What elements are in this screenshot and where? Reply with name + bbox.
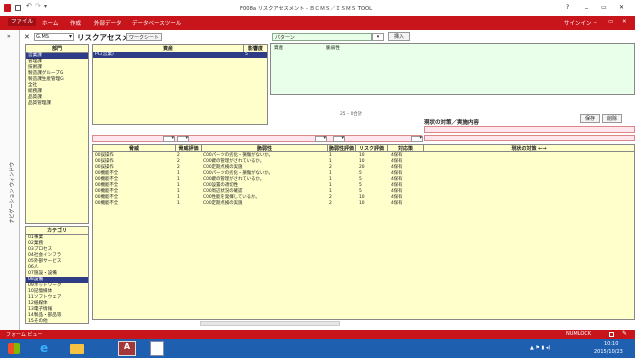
threat-eval-column: 222111111 <box>177 153 180 207</box>
code-select-value: G.MS <box>36 34 49 40</box>
help-button[interactable]: ? <box>566 4 569 11</box>
main-content: » ナビゲーション ウィンドウ ✕ G.MS ▾ リスクアセスメント ワークシー… <box>0 30 635 330</box>
threat-filter[interactable] <box>163 135 175 142</box>
category-items: 01事業 02業務 03プロセス 04社会インフラ 05外部サービス 06人 07施設・設備… <box>26 235 88 325</box>
ribbon-minimize-button[interactable]: _ <box>594 17 597 23</box>
category-header: カテゴリ <box>26 227 88 235</box>
pattern-vuln-header: 脆弱性 <box>326 46 340 51</box>
nav-pane-label: ナビゲーション ウィンドウ <box>9 162 16 224</box>
tray-icons[interactable]: ▲ ⚑ ▮ ◂) <box>530 345 576 352</box>
vuln-eval-cell[interactable]: 2 <box>329 201 332 207</box>
measures-label: 現状の対策／実施内容 <box>424 120 480 126</box>
col-response: 対応策 <box>387 145 423 152</box>
sign-in-link[interactable]: サインイン <box>564 19 592 27</box>
vuln-eval-filter[interactable] <box>333 135 345 142</box>
department-header: 部門 <box>26 45 88 53</box>
response-cell[interactable]: 4保有 <box>391 201 403 207</box>
category-item[interactable]: 15その他 <box>26 319 88 325</box>
ribbon-tab-bar: ファイル ホーム 作成 外部データ データベースツール サインイン _ ▭ ✕ <box>0 16 635 30</box>
measures-input-2[interactable] <box>424 135 635 141</box>
ribbon-close-button[interactable]: ✕ <box>622 19 627 25</box>
threat-cell[interactable]: 00機能不全 <box>95 201 118 207</box>
vuln-filter[interactable] <box>315 135 327 142</box>
chevron-down-icon: ▾ <box>68 33 72 40</box>
col-vulnerability: 脆弱性 <box>201 145 327 152</box>
asset-importance: 5 <box>245 52 248 57</box>
department-items: 営業課 管理課 技術課 製造課グループG 製造課生産管理G 全社 総務課 品質課 品質管理課 <box>26 53 88 107</box>
status-view-label: フォーム ビュー <box>6 332 43 338</box>
clock-date[interactable]: 2015/10/23 <box>594 349 623 355</box>
filter-bar[interactable] <box>92 135 423 142</box>
vuln-cell[interactable]: C00定期点検の実施 <box>203 201 273 207</box>
pattern-label-text: パターン <box>275 35 295 41</box>
department-list[interactable]: 部門 営業課 管理課 技術課 製造課グループG 製造課生産管理G 全社 総務課 品質課 品質管理… <box>25 44 89 224</box>
save-icon[interactable] <box>15 5 21 11</box>
asset-row[interactable]: PC(営業) 5 <box>93 52 267 58</box>
code-select[interactable]: G.MS ▾ <box>34 33 74 41</box>
close-button[interactable]: ✕ <box>619 4 624 11</box>
col-threat: 脅威 <box>93 145 175 152</box>
threat-column: 00誤操作 00誤操作 00誤操作 00機能不全 00機能不全 00機能不全 00機能不全 0… <box>95 153 118 207</box>
title-bar: ↶ ↷ ▾ F008a リスクアセスメント - ＢＣＭＳ／ＩＳＭＳ TOOL ?… <box>0 0 635 16</box>
numlock-indicator: NUMLOCK <box>566 331 592 337</box>
restore-button[interactable]: ▭ <box>601 4 607 11</box>
worksheet-button[interactable]: ワークシート <box>126 33 162 41</box>
pattern-list[interactable]: 資産 脆弱性 <box>270 43 635 95</box>
col-threat-eval: 脅威評価 <box>175 145 201 152</box>
risk-cell[interactable]: 10 <box>359 201 365 207</box>
minimize-button[interactable]: _ <box>585 2 588 9</box>
navigation-pane[interactable]: » ナビゲーション ウィンドウ <box>0 30 20 330</box>
explorer-icon[interactable] <box>70 344 84 354</box>
col-vuln-eval: 脆弱性評価 <box>327 145 355 152</box>
design-view-icon[interactable]: ✎ <box>622 330 627 337</box>
status-bar: フォーム ビュー NUMLOCK ✎ <box>0 330 635 339</box>
department-item[interactable]: 品質管理課 <box>26 101 88 107</box>
tab-external-data[interactable]: 外部データ <box>94 19 122 27</box>
tab-home[interactable]: ホーム <box>42 19 58 27</box>
pattern-asset-header: 資産 <box>274 46 284 51</box>
threat-table[interactable]: 脅威 脅威評価 脆弱性 脆弱性評価 リスク評価 対応策 現状の対策 ←→ 00誤… <box>92 144 635 320</box>
pattern-select[interactable]: ▾ <box>372 33 384 41</box>
quick-access-dropdown-icon[interactable]: ▾ <box>44 3 47 10</box>
tab-database-tools[interactable]: データベースツール <box>132 19 181 27</box>
nav-pane-toggle[interactable]: » <box>7 33 11 40</box>
tab-create[interactable]: 作成 <box>70 19 81 27</box>
tab-file[interactable]: ファイル <box>8 18 37 26</box>
vuln-column: C00パーツの劣化・損傷がないか。 C00鍵の管理がされているか。 C00定期点検の… <box>203 153 273 207</box>
category-list[interactable]: カテゴリ 01事業 02業務 03プロセス 04社会インフラ 05外部サービス 06人 07… <box>25 226 89 324</box>
vuln-eval-column: 112111122 <box>329 153 332 207</box>
measures-input[interactable] <box>424 126 635 133</box>
taskbar: e A ▲ ⚑ ▮ ◂) 10:10 2015/10/23 <box>0 339 635 358</box>
access-taskbar-icon[interactable]: A <box>118 341 136 356</box>
form-view-icon[interactable] <box>609 332 614 337</box>
insert-button[interactable]: 挿入 <box>388 32 410 41</box>
form-close-icon[interactable]: ✕ <box>24 33 30 41</box>
window-title: F008a リスクアセスメント - ＢＣＭＳ／ＩＳＭＳ TOOL <box>240 6 373 12</box>
delete-button[interactable]: 削除 <box>602 114 622 123</box>
access-app-icon <box>4 4 11 12</box>
threat-eval-cell[interactable]: 1 <box>177 201 180 207</box>
asset-list[interactable]: 資産 影響度 PC(営業) 5 <box>92 44 268 125</box>
record-count: 25 – 0合計 <box>340 112 363 117</box>
asset-name: PC(営業) <box>95 52 114 57</box>
horizontal-scrollbar[interactable] <box>200 321 340 326</box>
windows-start-icon[interactable] <box>8 343 20 354</box>
clock-time[interactable]: 10:10 <box>604 341 618 347</box>
risk-column: 10 10 20 5 5 5 5 10 10 <box>359 153 365 207</box>
threat-eval-filter[interactable] <box>177 135 189 142</box>
col-risk-eval: リスク評価 <box>355 145 387 152</box>
redo-icon[interactable]: ↷ <box>35 2 41 10</box>
ribbon-restore-button[interactable]: ▭ <box>608 19 613 25</box>
response-column: 4保有 4保有 4保有 4保有 4保有 4保有 4保有 4保有 4保有 <box>391 153 403 207</box>
pattern-label: パターン <box>272 33 372 41</box>
save-button[interactable]: 保存 <box>580 114 600 123</box>
document-taskbar-icon[interactable] <box>150 341 164 356</box>
resp-filter[interactable] <box>411 135 423 142</box>
ie-icon[interactable]: e <box>40 341 48 355</box>
undo-icon[interactable]: ↶ <box>26 2 32 10</box>
col-current-measure: 現状の対策 ←→ <box>423 145 634 152</box>
